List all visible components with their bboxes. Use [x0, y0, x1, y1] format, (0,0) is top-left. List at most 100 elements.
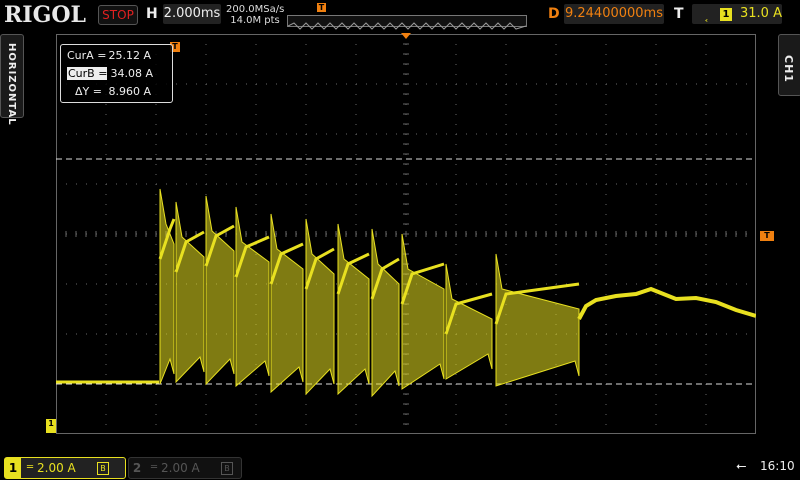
run-stop-indicator[interactable]: STOP: [98, 5, 138, 25]
grid-dot: [655, 104, 657, 105]
top-status-bar: RIGOL STOP H 2.000ms 200.0MSa/s 14.0M pt…: [0, 0, 800, 32]
grid-dot: [555, 274, 557, 275]
grid-dot: [546, 183, 547, 185]
grid-dot: [276, 83, 277, 85]
ch1-bandwidth-icon: B: [97, 462, 109, 475]
grid-dot: [446, 183, 447, 185]
grid-dot: [496, 83, 497, 85]
grid-dot: [746, 83, 747, 85]
grid-dot: [105, 164, 107, 165]
grid-dot: [505, 34, 507, 35]
grid-dot: [705, 54, 707, 55]
grid-dot: [455, 404, 457, 405]
grid-dot: [306, 133, 307, 135]
delay-value[interactable]: 9.24400000ms: [564, 4, 664, 24]
timebase-value[interactable]: 2.000ms: [163, 4, 221, 24]
grid-dot: [255, 74, 257, 75]
grid-dot: [655, 264, 657, 265]
grid-dot: [305, 74, 307, 75]
grid-dot: [706, 283, 707, 285]
grid-dot: [205, 404, 207, 405]
cursor-delta-label: ΔY =: [75, 85, 102, 98]
grid-dot: [166, 133, 167, 135]
grid-dot: [676, 83, 677, 85]
grid-dot: [605, 404, 607, 405]
grid-dot: [416, 83, 417, 85]
grid-dot: [105, 34, 107, 35]
grid-dot: [705, 44, 707, 45]
grid-dot: [505, 144, 507, 145]
grid-dot: [455, 204, 457, 205]
horizontal-tab[interactable]: HORIZONTAL: [0, 34, 24, 126]
grid-dot: [555, 294, 557, 295]
ch2-settings-button[interactable]: 2 ═ 2.00 A B: [128, 457, 242, 479]
grid-dot: [746, 133, 747, 135]
ch1-waveform-burst: [175, 201, 205, 384]
grid-dot: [666, 133, 667, 135]
grid-dot: [456, 183, 457, 185]
grid-dot: [105, 274, 107, 275]
grid-dot: [355, 74, 357, 75]
grid-dot: [605, 424, 607, 425]
grid-dot: [336, 283, 337, 285]
grid-dot: [655, 174, 657, 175]
grid-dot: [505, 264, 507, 265]
grid-dot: [355, 224, 357, 225]
ch1-ground-marker[interactable]: 1: [46, 419, 56, 433]
grid-dot: [376, 133, 377, 135]
grid-dot: [356, 83, 357, 85]
grid-dot: [655, 354, 657, 355]
grid-dot: [105, 254, 107, 255]
grid-dot: [205, 94, 207, 95]
grid-dot: [205, 174, 207, 175]
grid-dot: [396, 83, 397, 85]
rising-edge-icon: ˱: [704, 7, 709, 23]
grid-dot: [105, 414, 107, 415]
grid-dot: [355, 34, 357, 35]
grid-dot: [455, 414, 457, 415]
grid-dot: [205, 424, 207, 425]
grid-dot: [286, 183, 287, 185]
grid-dot: [355, 54, 357, 55]
grid-dot: [146, 283, 147, 285]
grid-dot: [105, 244, 107, 245]
grid-dot: [446, 133, 447, 135]
grid-dot: [555, 64, 557, 65]
grid-dot: [355, 44, 357, 45]
grid-dot: [126, 183, 127, 185]
grid-dot: [255, 44, 257, 45]
ch1-number: 1: [5, 458, 21, 478]
grid-dot: [636, 133, 637, 135]
grid-dot: [66, 133, 67, 135]
grid-dot: [746, 333, 747, 335]
grid-dot: [555, 94, 557, 95]
grid-dot: [156, 283, 157, 285]
cursor-a-row: CurA = 25.12 A: [67, 49, 151, 62]
grid-dot: [155, 314, 157, 315]
trigger-level-marker[interactable]: T: [760, 231, 774, 241]
grid-dot: [676, 183, 677, 185]
ch1-settings-button[interactable]: 1 ═ 2.00 A B: [4, 457, 126, 479]
grid-dot: [56, 283, 57, 285]
grid-dot: [155, 304, 157, 305]
grid-dot: [305, 54, 307, 55]
grid-dot: [655, 34, 657, 35]
grid-dot: [176, 133, 177, 135]
grid-dot: [736, 183, 737, 185]
grid-dot: [255, 64, 257, 65]
grid-dot: [636, 333, 637, 335]
grid-dot: [66, 183, 67, 185]
ch1-tab[interactable]: CH1: [778, 34, 800, 96]
grid-dot: [555, 174, 557, 175]
grid-dot: [456, 283, 457, 285]
grid-dot: [546, 283, 547, 285]
grid-dot: [705, 34, 707, 35]
grid-dot: [655, 414, 657, 415]
grid-dot: [596, 83, 597, 85]
ch2-number: 2: [132, 461, 142, 475]
grid-dot: [655, 424, 657, 425]
grid-dot: [606, 83, 607, 85]
grid-dot: [605, 204, 607, 205]
grid-dot: [205, 164, 207, 165]
grid-dot: [686, 183, 687, 185]
